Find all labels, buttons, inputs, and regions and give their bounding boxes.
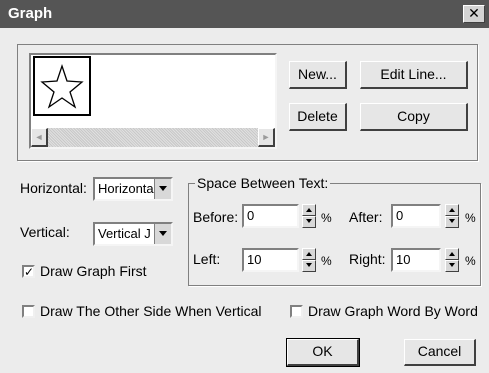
draw-other-side-label: Draw The Other Side When Vertical (40, 303, 262, 319)
after-spin-up[interactable] (445, 204, 459, 216)
draw-graph-first-label: Draw Graph First (40, 263, 147, 279)
right-input-value: 10 (396, 252, 411, 267)
left-unit: % (321, 254, 332, 268)
vertical-dropdown-button[interactable] (154, 224, 171, 244)
star-icon (40, 63, 84, 109)
before-spinner[interactable] (302, 204, 316, 228)
ok-button-label: OK (312, 343, 333, 359)
cancel-button-label: Cancel (417, 343, 462, 359)
edit-line-button[interactable]: Edit Line... (360, 61, 468, 89)
horizontal-label: Horizontal: (20, 180, 87, 196)
copy-button[interactable]: Copy (360, 103, 468, 131)
vertical-select[interactable]: Vertical J (93, 222, 173, 246)
right-spin-up[interactable] (445, 248, 459, 260)
close-icon: ✕ (468, 5, 480, 21)
scroll-right-icon: ► (261, 132, 271, 142)
word-by-word-checkbox[interactable] (290, 305, 303, 318)
close-button[interactable]: ✕ (463, 5, 485, 23)
delete-button-label: Delete (297, 108, 338, 124)
graph-list[interactable]: ◄ ► (29, 53, 277, 149)
spin-up-icon (306, 252, 312, 256)
delete-button[interactable]: Delete (289, 103, 347, 131)
right-unit: % (465, 254, 476, 268)
new-button-label: New... (298, 66, 337, 82)
after-input-value: 0 (396, 208, 404, 223)
horizontal-select-value: Horizontal (98, 181, 154, 196)
new-button[interactable]: New... (289, 61, 347, 89)
before-spin-up[interactable] (302, 204, 316, 216)
scroll-left-icon: ◄ (34, 132, 44, 142)
word-by-word-label: Draw Graph Word By Word (308, 303, 478, 319)
before-spin-down[interactable] (302, 216, 316, 228)
left-spin-down[interactable] (302, 260, 316, 272)
graph-dialog: Graph ✕ ◄ ► New... Edit Line... Delete C… (0, 0, 489, 373)
after-spin-down[interactable] (445, 216, 459, 228)
spin-down-icon (449, 263, 455, 267)
edit-line-button-label: Edit Line... (380, 66, 447, 82)
chevron-down-icon (159, 231, 167, 236)
scroll-right-button[interactable]: ► (258, 128, 275, 147)
cancel-button[interactable]: Cancel (404, 339, 476, 366)
left-spin-up[interactable] (302, 248, 316, 260)
draw-graph-first-checkbox[interactable]: ✓ (22, 265, 35, 278)
spin-down-icon (306, 219, 312, 223)
after-label: After: (349, 209, 383, 225)
after-unit: % (465, 211, 476, 225)
spin-up-icon (449, 252, 455, 256)
vertical-label: Vertical: (20, 224, 70, 240)
scroll-left-button[interactable]: ◄ (31, 128, 48, 147)
left-input-value: 10 (247, 252, 262, 267)
after-input[interactable]: 0 (391, 204, 441, 228)
spin-down-icon (306, 263, 312, 267)
spin-up-icon (306, 208, 312, 212)
right-input[interactable]: 10 (391, 248, 441, 272)
horizontal-dropdown-button[interactable] (154, 179, 171, 199)
checkmark-icon: ✓ (24, 265, 35, 279)
before-unit: % (321, 211, 332, 225)
graph-list-scrollbar[interactable]: ◄ ► (31, 128, 275, 147)
chevron-down-icon (159, 186, 167, 191)
right-spinner[interactable] (445, 248, 459, 272)
before-input-value: 0 (247, 208, 255, 223)
right-spin-down[interactable] (445, 260, 459, 272)
left-spinner[interactable] (302, 248, 316, 272)
horizontal-select[interactable]: Horizontal (93, 177, 173, 201)
vertical-select-value: Vertical J (98, 226, 151, 241)
after-spinner[interactable] (445, 204, 459, 228)
spin-down-icon (449, 219, 455, 223)
graph-thumbnail[interactable] (33, 56, 91, 116)
copy-button-label: Copy (397, 108, 430, 124)
title-bar[interactable]: Graph ✕ (0, 0, 489, 28)
space-between-text-title: Space Between Text: (195, 175, 331, 191)
window-title: Graph (8, 5, 53, 22)
ok-button[interactable]: OK (286, 338, 360, 367)
draw-other-side-checkbox[interactable] (22, 305, 35, 318)
before-label: Before: (193, 209, 239, 225)
right-label: Right: (349, 251, 386, 267)
left-label: Left: (193, 251, 221, 267)
before-input[interactable]: 0 (242, 204, 299, 228)
left-input[interactable]: 10 (242, 248, 299, 272)
spin-up-icon (449, 208, 455, 212)
